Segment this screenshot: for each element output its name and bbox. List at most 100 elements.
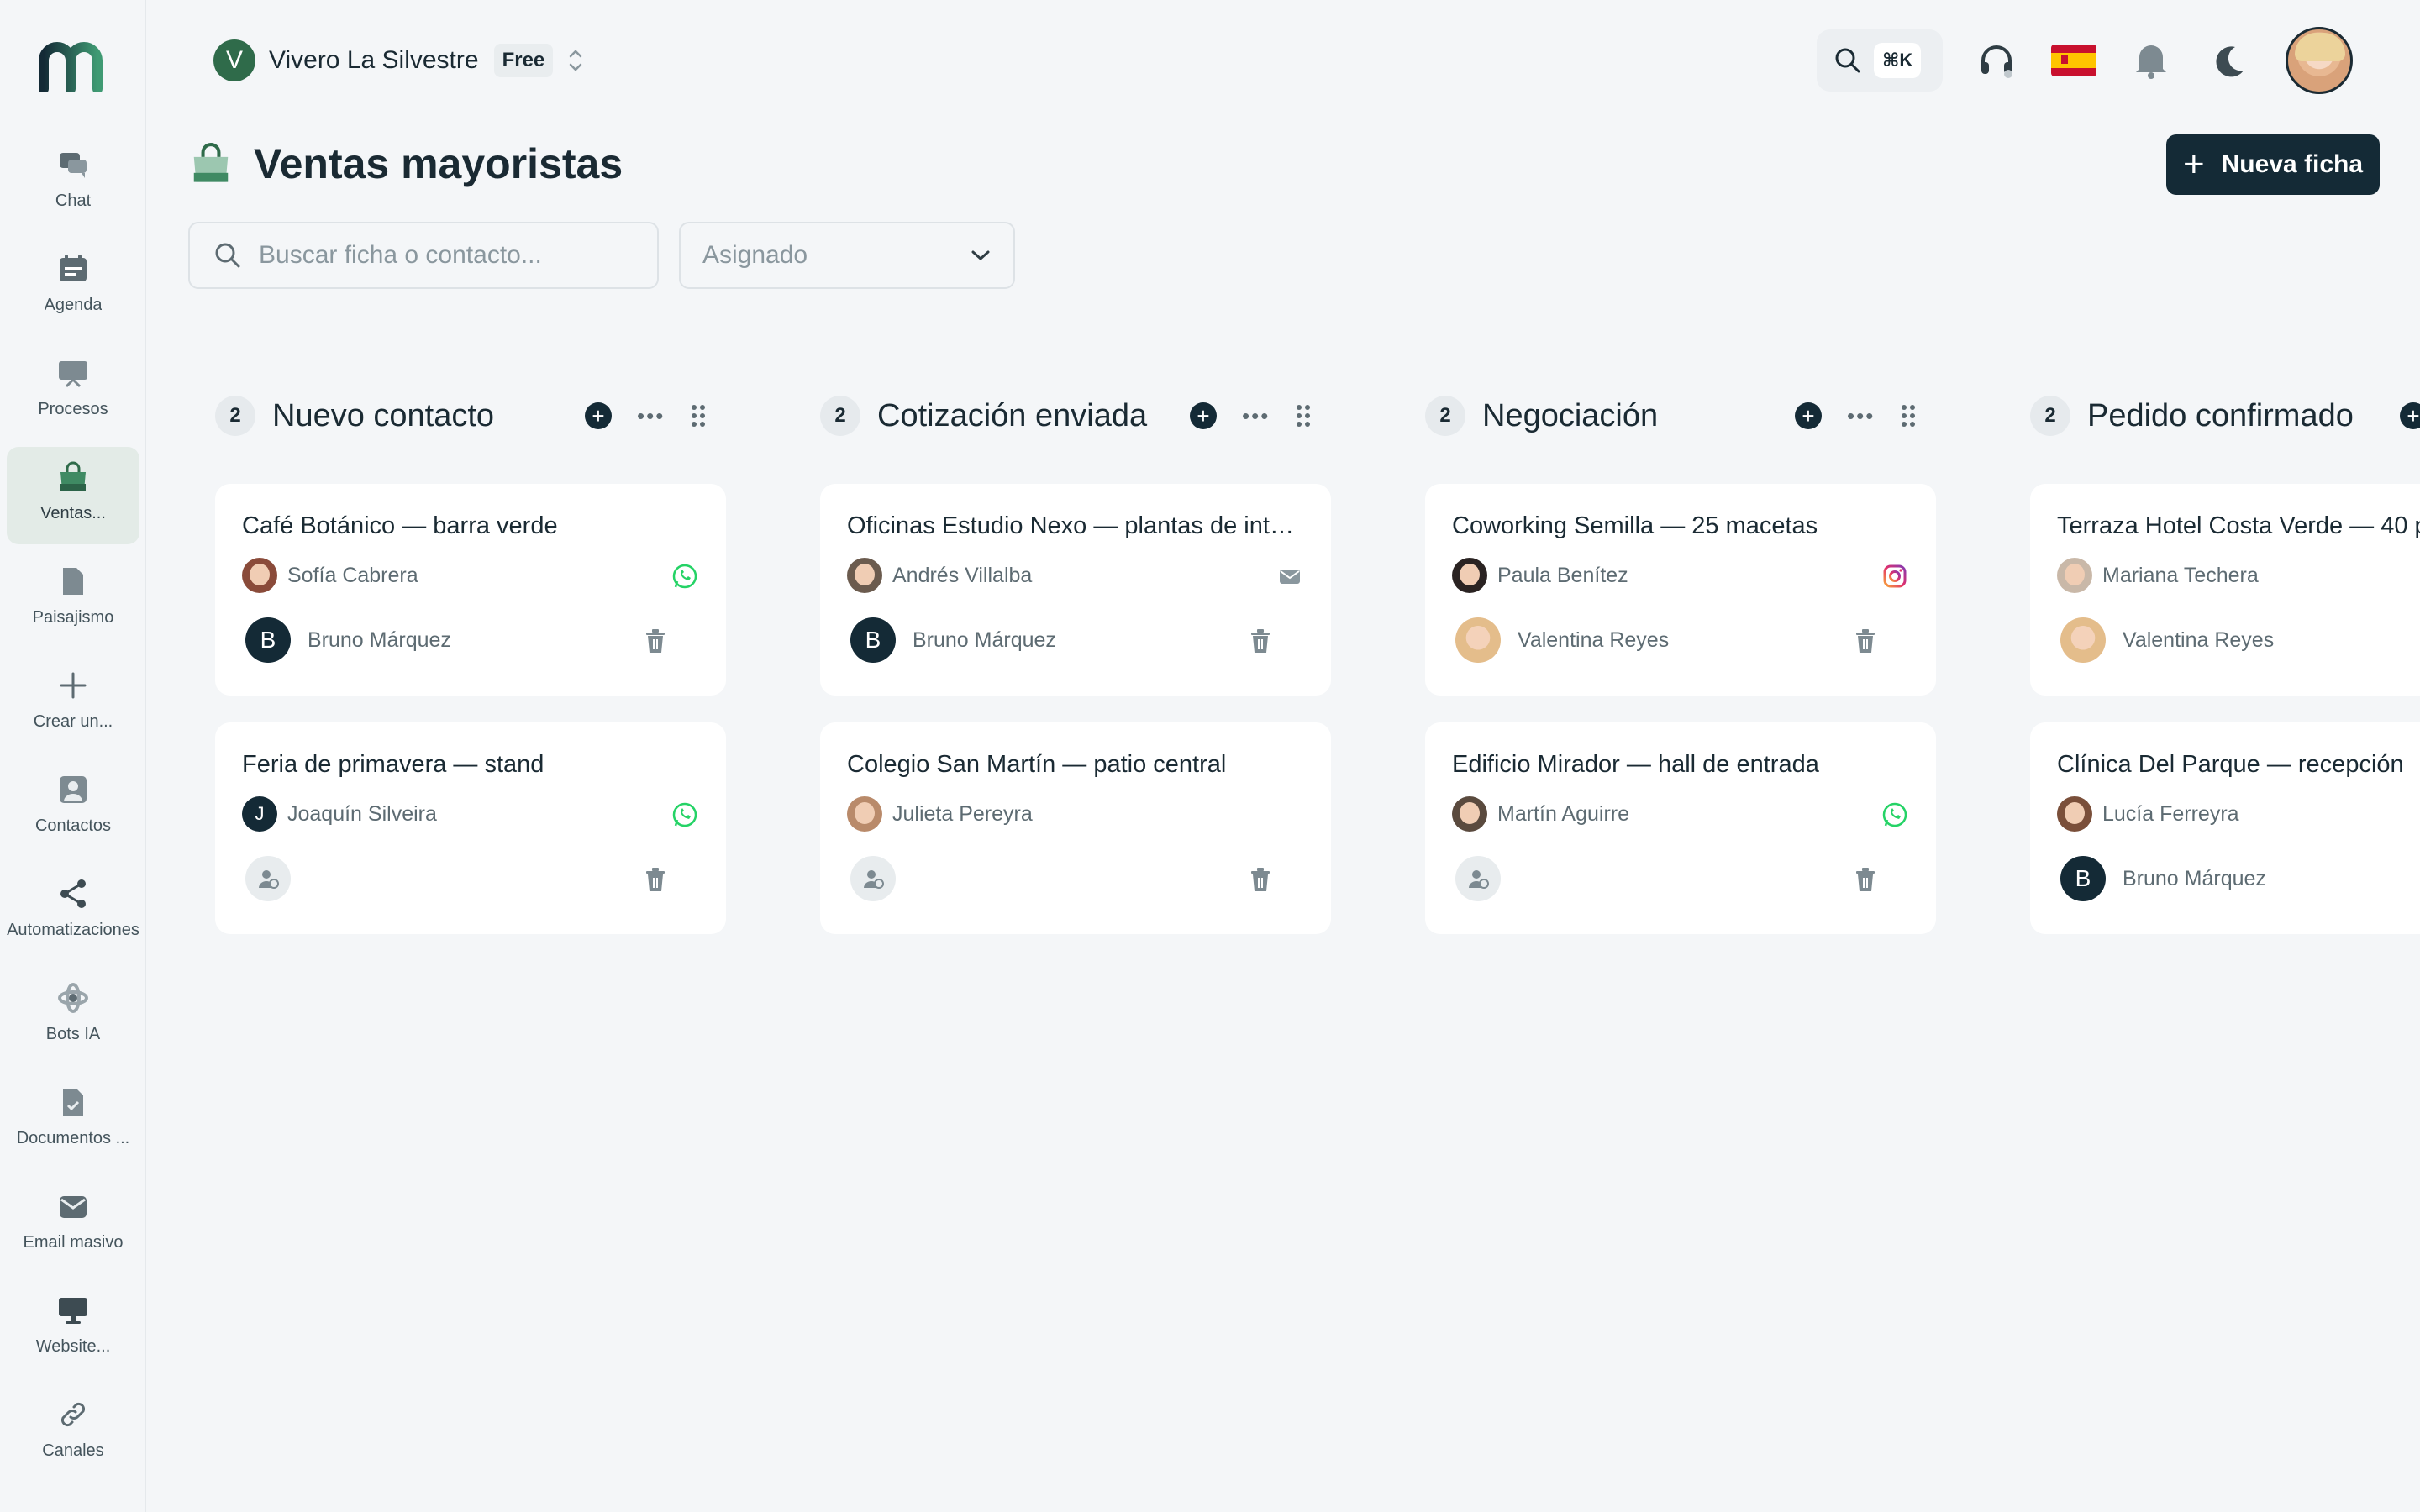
sidebar-item-documentos[interactable]: Documentos ...	[7, 1072, 139, 1169]
drag-handle-icon[interactable]	[1295, 403, 1312, 428]
document-icon	[55, 1084, 92, 1121]
card-contact[interactable]: Andrés Villalba	[847, 558, 1304, 593]
language-button[interactable]	[2050, 37, 2097, 84]
assign-user-icon[interactable]	[1455, 856, 1501, 901]
sidebar-item-label: Agenda	[44, 296, 103, 314]
whatsapp-icon	[1882, 802, 1907, 827]
assign-user-icon[interactable]	[245, 856, 291, 901]
card-contact[interactable]: Lucía Ferreyra	[2057, 796, 2420, 832]
column-title: Negociación	[1482, 397, 1659, 433]
trash-icon[interactable]	[644, 628, 667, 654]
column-count: 2	[2030, 396, 2070, 436]
plus-icon	[55, 667, 92, 704]
chat-icon	[55, 146, 92, 183]
card-contact[interactable]: Martín Aguirre	[1452, 796, 1909, 832]
shortcut-badge: ⌘K	[1874, 43, 1922, 78]
sidebar-item-email[interactable]: Email masivo	[7, 1176, 139, 1273]
trash-icon[interactable]	[1249, 867, 1272, 892]
support-button[interactable]	[1973, 37, 2020, 84]
more-icon[interactable]: •••	[1242, 403, 1270, 429]
user-avatar[interactable]	[2286, 27, 2353, 94]
shopping-bag-icon	[55, 459, 92, 496]
assignee-name: Bruno Márquez	[913, 627, 1056, 652]
card-assignee[interactable]: B Bruno Márquez	[2057, 856, 2420, 901]
card-assignee[interactable]	[1452, 856, 1909, 901]
sidebar-item-automatizaciones[interactable]: Automatizaciones	[7, 864, 139, 961]
card-contact[interactable]: J Joaquín Silveira	[242, 796, 699, 832]
add-card-icon[interactable]: +	[2400, 402, 2420, 429]
card-assignee[interactable]	[847, 856, 1304, 901]
link-icon	[55, 1396, 92, 1433]
deal-card[interactable]: Oficinas Estudio Nexo — plantas de inter…	[820, 484, 1331, 696]
column-count: 2	[1425, 396, 1465, 436]
assignee-name: Bruno Márquez	[2123, 866, 2266, 890]
more-icon[interactable]: •••	[1847, 403, 1875, 429]
add-card-icon[interactable]: +	[1190, 402, 1217, 429]
deal-card[interactable]: Clínica Del Parque — recepción Lucía Fer…	[2030, 722, 2420, 934]
deal-card[interactable]: Edificio Mirador — hall de entrada Martí…	[1425, 722, 1936, 934]
sidebar-item-contactos[interactable]: Contactos	[7, 759, 139, 857]
email-icon	[1280, 570, 1300, 584]
trash-icon[interactable]	[1249, 628, 1272, 654]
workspace-switcher[interactable]: V Vivero La Silvestre Free	[213, 39, 585, 82]
global-search-button[interactable]: ⌘K	[1817, 29, 1943, 92]
card-title: Clínica Del Parque — recepción	[2057, 751, 2404, 778]
sidebar-item-crear[interactable]: Crear un...	[7, 655, 139, 753]
sidebar-item-procesos[interactable]: Procesos	[7, 343, 139, 440]
card-assignee[interactable]: Valentina Reyes	[2057, 617, 2420, 663]
search-field[interactable]	[188, 222, 659, 289]
deal-card[interactable]: Feria de primavera — stand J Joaquín Sil…	[215, 722, 726, 934]
new-card-button[interactable]: + Nueva ficha	[2166, 134, 2380, 195]
deal-card[interactable]: Colegio San Martín — patio central Julie…	[820, 722, 1331, 934]
card-contact[interactable]: Mariana Techera	[2057, 558, 2420, 593]
sidebar-item-agenda[interactable]: Agenda	[7, 239, 139, 336]
sidebar-item-paisajismo[interactable]: Paisajismo	[7, 551, 139, 648]
deal-card[interactable]: Coworking Semilla — 25 macetas Paula Ben…	[1425, 484, 1936, 696]
sidebar: Chat Agenda Procesos Ventas... Paisajism…	[0, 0, 146, 1512]
contact-name: Joaquín Silveira	[287, 801, 437, 826]
search-input[interactable]	[259, 241, 629, 270]
add-card-icon[interactable]: +	[585, 402, 612, 429]
deal-card[interactable]: Café Botánico — barra verde Sofía Cabrer…	[215, 484, 726, 696]
more-icon[interactable]: •••	[637, 403, 665, 429]
drag-handle-icon[interactable]	[1900, 403, 1917, 428]
card-assignee[interactable]	[242, 856, 699, 901]
sidebar-item-label: Procesos	[38, 400, 108, 418]
drag-handle-icon[interactable]	[690, 403, 707, 428]
sidebar-item-label: Canales	[42, 1441, 104, 1460]
notifications-button[interactable]	[2128, 37, 2175, 84]
add-card-icon[interactable]: +	[1795, 402, 1822, 429]
monitor-icon	[55, 1292, 92, 1329]
kanban-board: 2 Nuevo contacto + ••• Café Botánico — b…	[215, 386, 2420, 1058]
card-contact[interactable]: Paula Benítez	[1452, 558, 1909, 593]
app-logo[interactable]	[39, 42, 109, 92]
trash-icon[interactable]	[1854, 628, 1877, 654]
sidebar-item-chat[interactable]: Chat	[7, 134, 139, 232]
assigned-filter[interactable]: Asignado	[679, 222, 1015, 289]
sidebar-item-bots[interactable]: Bots IA	[7, 968, 139, 1065]
sidebar-item-ventas[interactable]: Ventas...	[7, 447, 139, 544]
sidebar-item-website[interactable]: Website...	[7, 1280, 139, 1378]
deal-card[interactable]: Terraza Hotel Costa Verde — 40 p Mariana…	[2030, 484, 2420, 696]
assign-user-icon[interactable]	[850, 856, 896, 901]
card-assignee[interactable]: Valentina Reyes	[1452, 617, 1909, 663]
assignee-name: Valentina Reyes	[2123, 627, 2275, 652]
bell-icon	[2136, 45, 2166, 79]
trash-icon[interactable]	[1854, 867, 1877, 892]
column-actions: +	[2400, 386, 2420, 445]
assignee-avatar	[2060, 617, 2106, 663]
sidebar-item-canales[interactable]: Canales	[7, 1384, 139, 1482]
card-assignee[interactable]: B Bruno Márquez	[242, 617, 699, 663]
contact-avatar	[2057, 796, 2092, 832]
card-title: Coworking Semilla — 25 macetas	[1452, 512, 1818, 539]
column-title: Cotización enviada	[877, 397, 1148, 433]
card-title: Café Botánico — barra verde	[242, 512, 558, 539]
plus-icon: +	[2182, 144, 2205, 185]
card-contact[interactable]: Julieta Pereyra	[847, 796, 1304, 832]
trash-icon[interactable]	[644, 867, 667, 892]
card-contact[interactable]: Sofía Cabrera	[242, 558, 699, 593]
theme-toggle[interactable]	[2205, 37, 2252, 84]
headset-icon	[1981, 45, 2012, 78]
assignee-avatar: B	[2060, 856, 2106, 901]
card-assignee[interactable]: B Bruno Márquez	[847, 617, 1304, 663]
